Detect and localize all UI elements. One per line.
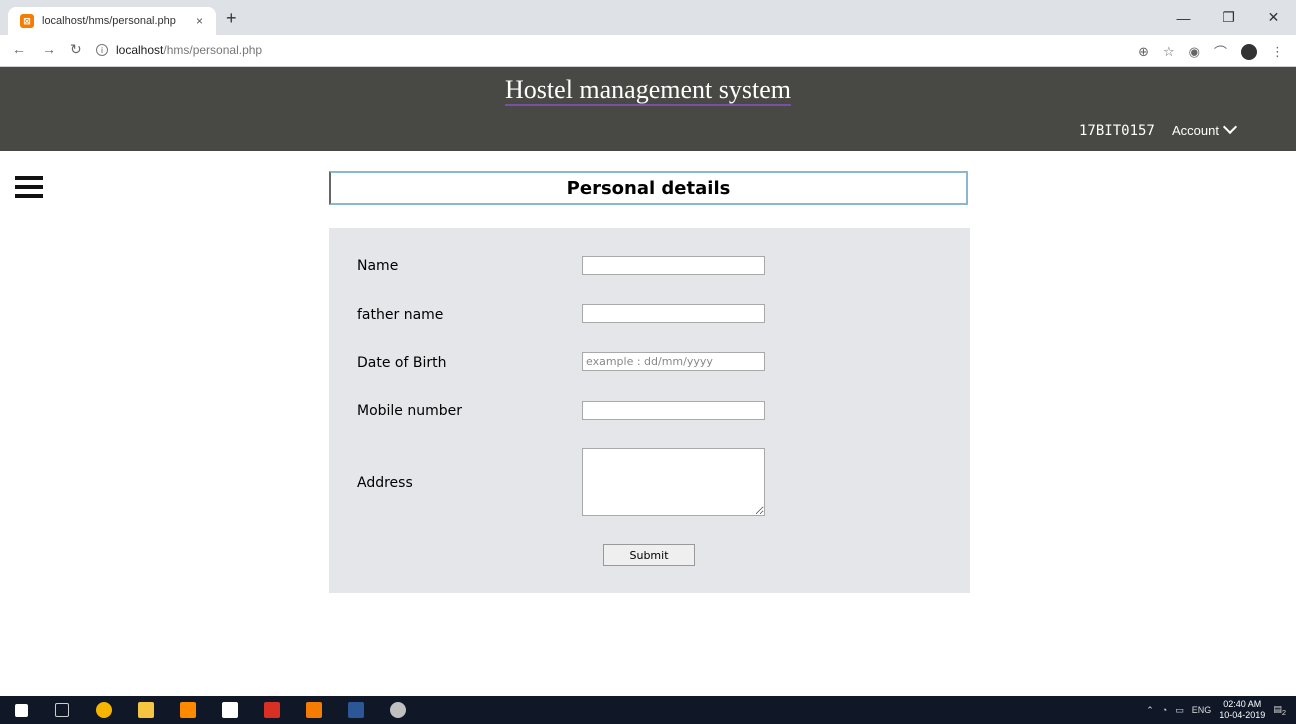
address-bar: ← → ↻ i localhost/hms/personal.php ⊕ ☆ ◉… bbox=[0, 35, 1296, 67]
battery-icon[interactable]: ▭ bbox=[1175, 705, 1184, 716]
window-controls: — ❐ ✕ bbox=[1161, 0, 1296, 35]
notification-count: 2 bbox=[1281, 707, 1286, 717]
file-explorer-icon[interactable] bbox=[138, 702, 154, 718]
bookmark-star-icon[interactable]: ☆ bbox=[1163, 44, 1175, 60]
extension-icon-2[interactable]: ⌒ bbox=[1214, 42, 1227, 61]
windows-start-icon[interactable] bbox=[15, 704, 28, 717]
name-input[interactable] bbox=[582, 256, 765, 275]
menu-kebab-icon[interactable]: ⋮ bbox=[1271, 44, 1284, 60]
reload-icon[interactable]: ↻ bbox=[70, 41, 82, 58]
toolbar-icons: ⊕ ☆ ◉ ⌒ ⋮ bbox=[1138, 42, 1284, 61]
submit-button[interactable]: Submit bbox=[603, 544, 695, 566]
forward-arrow-icon[interactable]: → bbox=[42, 41, 56, 57]
account-menu-button[interactable]: Account bbox=[1172, 119, 1238, 138]
site-title-text[interactable]: Hostel management system bbox=[505, 75, 791, 106]
chevron-down-icon bbox=[1222, 119, 1238, 135]
section-title: Personal details bbox=[329, 171, 968, 205]
acrobat-icon[interactable] bbox=[264, 702, 280, 718]
minimize-button[interactable]: — bbox=[1161, 0, 1206, 35]
name-label: Name bbox=[357, 258, 399, 274]
chrome-icon[interactable] bbox=[96, 702, 112, 718]
notification-icon[interactable]: ▤2 bbox=[1273, 704, 1286, 717]
browser-tab[interactable]: ⊠ localhost/hms/personal.php × bbox=[8, 7, 216, 35]
url-path: /hms/personal.php bbox=[163, 43, 263, 57]
chevron-up-icon[interactable]: ⌃ bbox=[1146, 705, 1154, 716]
dob-input[interactable] bbox=[582, 352, 765, 371]
browser-tab-strip: ⊠ localhost/hms/personal.php × + — ❐ ✕ bbox=[0, 0, 1296, 35]
site-info-icon[interactable]: i bbox=[96, 44, 108, 56]
personal-details-form: Name father name Date of Birth Mobile nu… bbox=[329, 228, 970, 593]
zoom-icon[interactable]: ⊕ bbox=[1138, 44, 1149, 60]
xampp-icon[interactable] bbox=[306, 702, 322, 718]
xampp-favicon-icon: ⊠ bbox=[20, 14, 34, 28]
account-label: Account bbox=[1172, 123, 1219, 138]
sublime-text-icon[interactable] bbox=[180, 702, 196, 718]
task-view-icon[interactable] bbox=[55, 703, 69, 717]
site-header: Hostel management system 17BIT0157 Accou… bbox=[0, 67, 1296, 151]
wifi-icon[interactable]: ◔ bbox=[1162, 705, 1167, 715]
system-tray: ⌃ ◔ ▭ ENG 02:40 AM 10-04-2019 ▤2 bbox=[1146, 699, 1286, 721]
address-label: Address bbox=[357, 475, 413, 491]
maximize-button[interactable]: ❐ bbox=[1206, 0, 1251, 35]
mobile-input[interactable] bbox=[582, 401, 765, 420]
profile-avatar-icon[interactable] bbox=[1241, 43, 1257, 60]
back-arrow-icon[interactable]: ← bbox=[12, 41, 26, 57]
clock-date: 10-04-2019 bbox=[1219, 710, 1266, 720]
paint-icon[interactable] bbox=[390, 702, 406, 718]
father-name-input[interactable] bbox=[582, 304, 765, 323]
new-tab-button[interactable]: + bbox=[226, 8, 237, 29]
dob-label: Date of Birth bbox=[357, 355, 447, 371]
photos-icon[interactable] bbox=[222, 702, 238, 718]
address-textarea[interactable] bbox=[582, 448, 765, 516]
windows-taskbar: ⌃ ◔ ▭ ENG 02:40 AM 10-04-2019 ▤2 bbox=[0, 696, 1296, 724]
word-icon[interactable] bbox=[348, 702, 364, 718]
tab-title: localhost/hms/personal.php bbox=[42, 15, 176, 27]
language-indicator[interactable]: ENG bbox=[1192, 705, 1212, 715]
site-title: Hostel management system bbox=[0, 75, 1296, 106]
mobile-label: Mobile number bbox=[357, 403, 463, 419]
extension-icon[interactable]: ◉ bbox=[1189, 44, 1200, 60]
tab-close-icon[interactable]: × bbox=[196, 14, 203, 28]
clock[interactable]: 02:40 AM 10-04-2019 bbox=[1219, 699, 1265, 721]
clock-time: 02:40 AM bbox=[1223, 699, 1262, 709]
father-name-label: father name bbox=[357, 307, 444, 323]
user-id-label: 17BIT0157 bbox=[1079, 123, 1155, 139]
close-window-button[interactable]: ✕ bbox=[1251, 0, 1296, 35]
url-field[interactable]: i localhost/hms/personal.php bbox=[96, 39, 1096, 61]
url-host: localhost bbox=[116, 43, 164, 57]
hamburger-menu-icon[interactable] bbox=[15, 176, 43, 203]
